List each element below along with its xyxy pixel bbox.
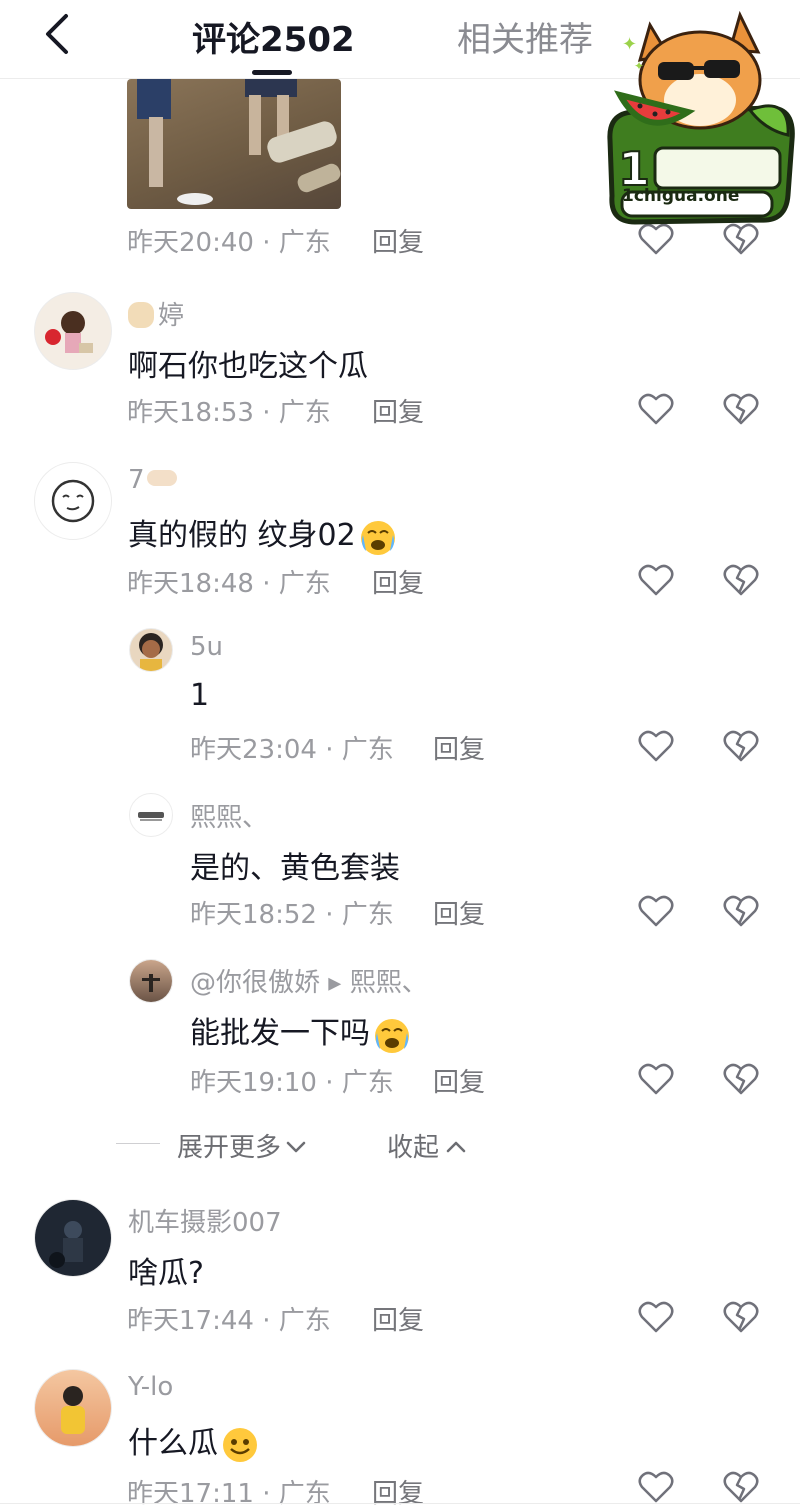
crying-face-emoji-icon xyxy=(375,1018,409,1053)
avatar[interactable] xyxy=(129,959,173,1003)
pointing-hand-emoji-icon xyxy=(146,470,177,486)
avatar[interactable] xyxy=(34,1369,112,1447)
comment-author: 机车摄影007 xyxy=(128,1208,282,1238)
broken-heart-icon[interactable] xyxy=(723,1062,759,1096)
comment-meta: 昨天20:40 · 广东 xyxy=(127,228,331,258)
comment-image[interactable] xyxy=(127,79,341,209)
avatar[interactable] xyxy=(129,628,173,672)
avatar[interactable] xyxy=(34,1199,112,1277)
comment-image-content xyxy=(137,79,341,205)
comment-meta: 昨天19:10 · 广东 xyxy=(190,1068,394,1098)
comment-author: @你很傲娇 ▸ 熙熙、 xyxy=(190,968,428,998)
reply-button[interactable]: 回复 xyxy=(372,1300,424,1337)
thread-divider xyxy=(116,1143,160,1144)
avatar-image xyxy=(139,633,163,671)
reply-button[interactable]: 回复 xyxy=(372,392,424,429)
comment-author: 婷 xyxy=(128,295,184,332)
heart-icon[interactable] xyxy=(638,894,674,928)
watermark-url: 1chigua.one xyxy=(622,186,740,206)
broken-heart-icon[interactable] xyxy=(723,1470,759,1504)
avatar[interactable] xyxy=(34,292,112,370)
avatar-image xyxy=(35,1200,111,1276)
comment-meta: 昨天23:04 · 广东 xyxy=(190,735,394,765)
bottom-divider xyxy=(0,1503,800,1504)
svg-text:✦: ✦ xyxy=(622,34,637,55)
comment-meta: 昨天17:44 · 广东 xyxy=(127,1306,331,1336)
broken-heart-icon[interactable] xyxy=(723,392,759,426)
avatar[interactable] xyxy=(129,793,173,837)
comment-text: 什么瓜 xyxy=(128,1418,260,1465)
broken-heart-icon[interactable] xyxy=(723,563,759,597)
avatar-image xyxy=(35,1370,111,1446)
reply-button[interactable]: 回复 xyxy=(433,1062,485,1099)
comment-author: 7 xyxy=(128,465,177,495)
heart-icon[interactable] xyxy=(638,563,674,597)
broken-heart-icon[interactable] xyxy=(723,894,759,928)
comment-author: Y-lo xyxy=(128,1372,174,1402)
avatar-image xyxy=(51,479,95,523)
reply-button[interactable]: 回复 xyxy=(372,1473,424,1510)
avatar-image xyxy=(130,960,172,1002)
heart-icon[interactable] xyxy=(638,392,674,426)
rabbit-emoji-icon xyxy=(128,302,154,328)
reply-button[interactable]: 回复 xyxy=(372,563,424,600)
heart-icon[interactable] xyxy=(638,1300,674,1334)
comment-text: 1 xyxy=(190,678,210,713)
comment-text: 啊石你也吃这个瓜 xyxy=(128,349,368,384)
reply-button[interactable]: 回复 xyxy=(433,894,485,931)
comment-meta: 昨天18:48 · 广东 xyxy=(127,569,331,599)
broken-heart-icon[interactable] xyxy=(723,1300,759,1334)
reply-button[interactable]: 回复 xyxy=(372,222,424,259)
comment-meta: 昨天18:53 · 广东 xyxy=(127,398,331,428)
comment-meta: 昨天18:52 · 广东 xyxy=(190,900,394,930)
comment-author: 熙熙、 xyxy=(190,803,269,833)
grinning-face-emoji-icon xyxy=(223,1427,257,1462)
chevron-down-icon xyxy=(286,1141,306,1153)
comment-text: 能批发一下吗 xyxy=(190,1008,412,1055)
comment-text: 真的假的 纹身02 xyxy=(128,510,398,557)
reply-button[interactable]: 回复 xyxy=(433,729,485,766)
heart-icon[interactable] xyxy=(638,729,674,763)
active-tab-indicator xyxy=(252,70,292,75)
comment-author: 5u xyxy=(190,632,224,662)
comment-text: 是的、黄色套装 xyxy=(190,851,400,886)
expand-more-button[interactable]: 展开更多 xyxy=(177,1127,307,1164)
broken-heart-icon[interactable] xyxy=(723,729,759,763)
back-icon[interactable] xyxy=(36,10,80,58)
comment-meta: 昨天17:11 · 广东 xyxy=(127,1479,331,1509)
comment-text: 啥瓜? xyxy=(128,1256,204,1291)
svg-text:✦: ✦ xyxy=(634,59,644,73)
tab-comments[interactable]: 评论2502 xyxy=(192,12,355,61)
chevron-up-icon xyxy=(446,1141,466,1153)
heart-icon[interactable] xyxy=(638,1470,674,1504)
avatar-image xyxy=(138,812,164,821)
collapse-button[interactable]: 收起 xyxy=(387,1127,467,1164)
watermark-logo: ✦ ✦ 1 1chigua.one xyxy=(600,0,800,235)
avatar-image xyxy=(45,311,93,353)
tab-related[interactable]: 相关推荐 xyxy=(457,12,593,61)
heart-icon[interactable] xyxy=(638,1062,674,1096)
avatar[interactable] xyxy=(34,462,112,540)
crying-face-emoji-icon xyxy=(360,520,395,555)
